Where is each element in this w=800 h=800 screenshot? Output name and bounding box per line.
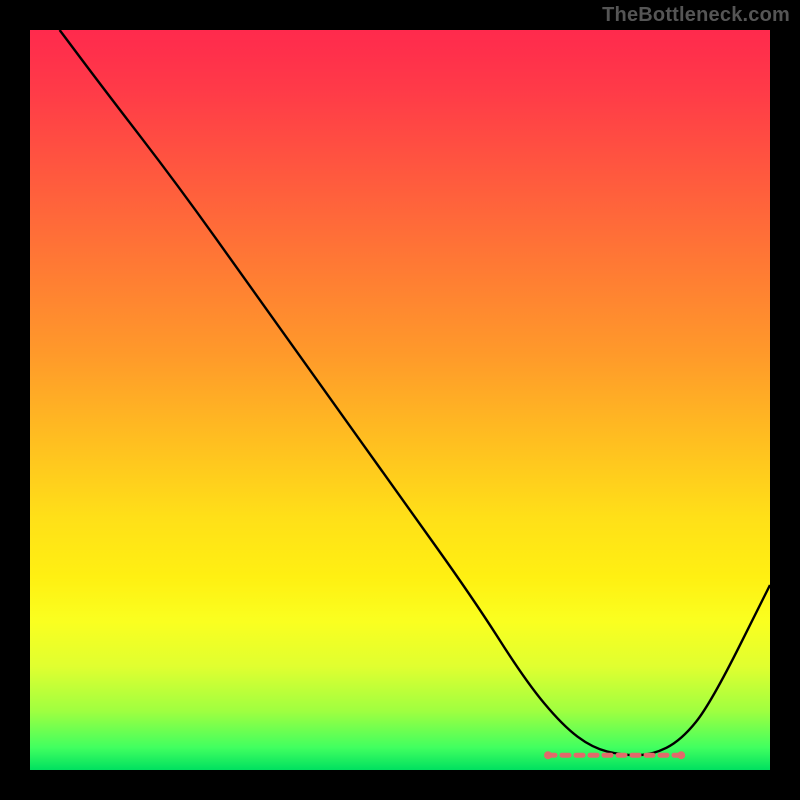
plot-area [30, 30, 770, 770]
plateau-start-dot [544, 751, 552, 759]
plateau-end-dot [677, 751, 685, 759]
chart-frame: TheBottleneck.com [0, 0, 800, 800]
watermark-text: TheBottleneck.com [602, 4, 790, 27]
bottleneck-curve-line [60, 30, 770, 755]
curve-svg [30, 30, 770, 770]
